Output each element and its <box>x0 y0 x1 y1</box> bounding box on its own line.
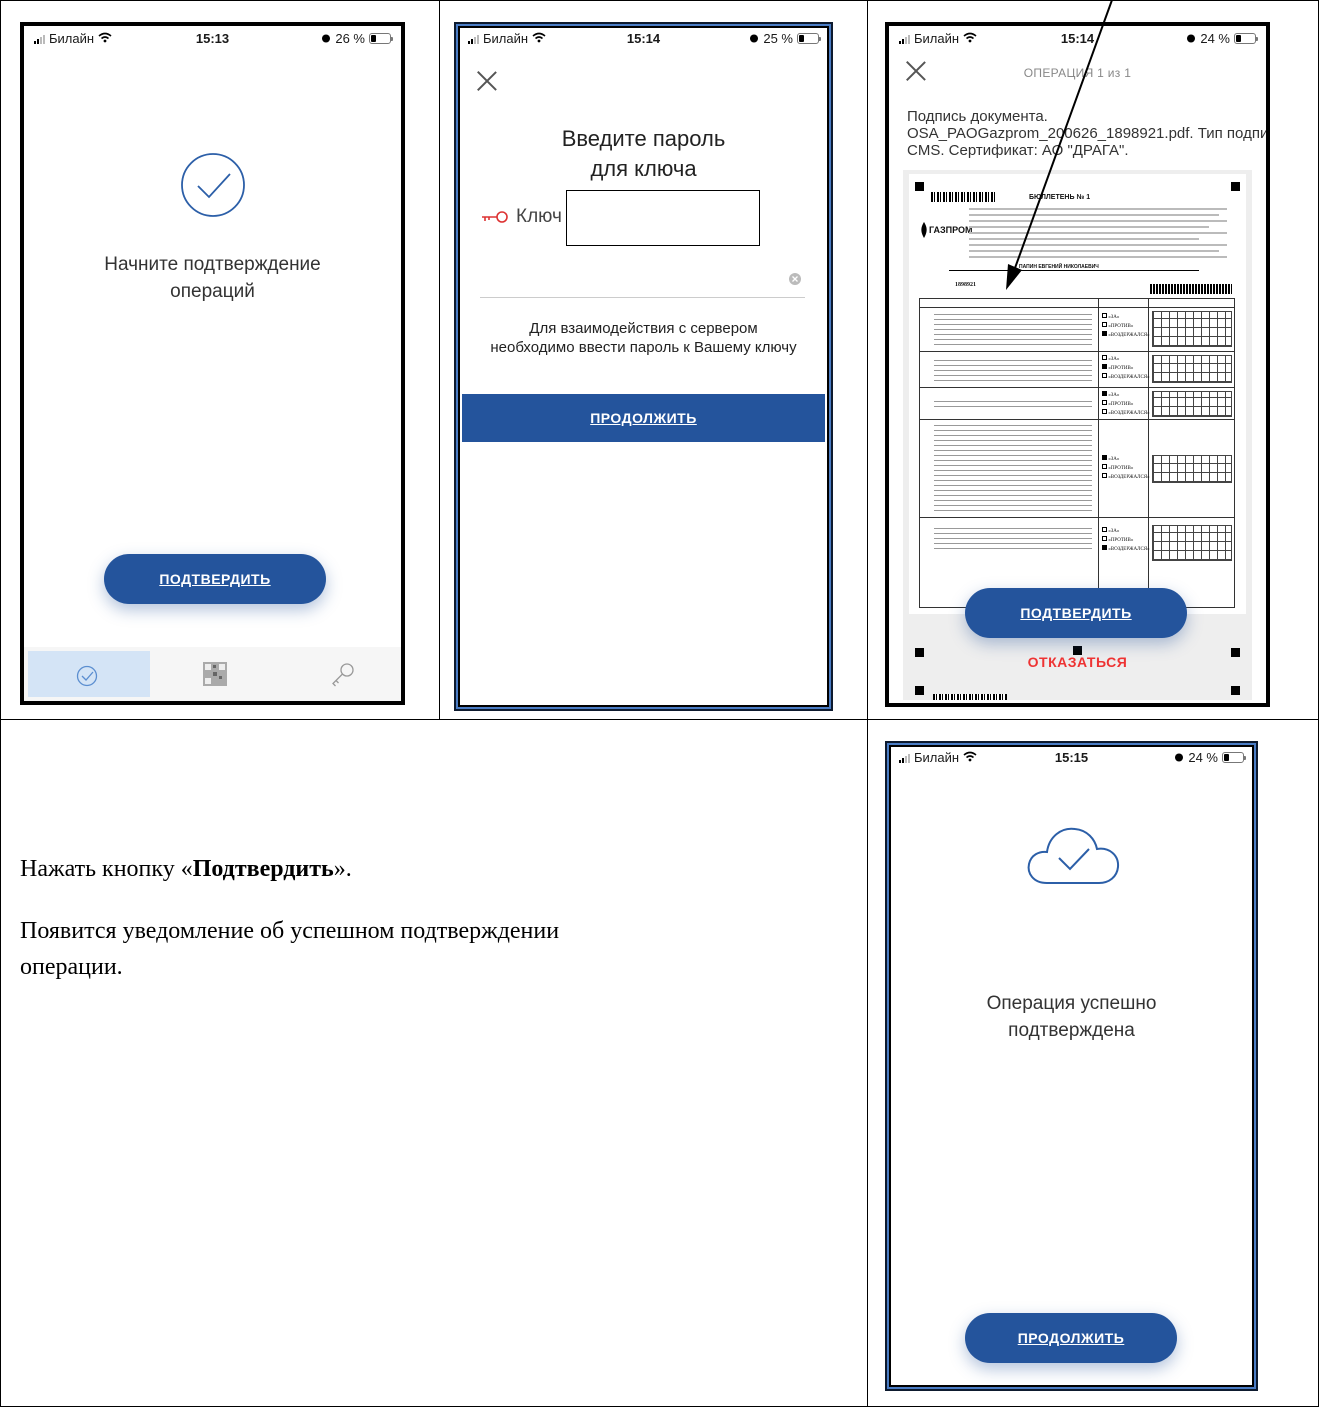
key-icon <box>330 661 356 692</box>
table-top-border <box>0 0 1319 1</box>
battery-icon <box>1222 752 1246 763</box>
logo-text: ГАЗПРОМ <box>929 225 973 235</box>
start-message-line2: операций <box>170 281 255 302</box>
phone-screen-success: Билайн 15:15 24 % Операция успешно подтв… <box>885 741 1258 1391</box>
password-title-line1: Введите пароль <box>561 126 726 151</box>
vote-grid <box>1152 355 1232 383</box>
table-divider-col1 <box>439 0 440 719</box>
battery-icon <box>797 33 821 44</box>
tab-keys[interactable] <box>280 651 401 697</box>
tab-bar <box>24 647 401 701</box>
description-line2: OSA_PAOGazprom_200626_1898921.pdf. Тип п… <box>907 125 1270 142</box>
password-overlay-box <box>566 190 760 246</box>
registration-number: 1898921 <box>955 282 976 288</box>
password-hint-line1: Для взаимодействия с сервером <box>529 320 758 337</box>
password-input[interactable] <box>480 262 805 298</box>
close-icon[interactable] <box>476 70 498 92</box>
check-icon <box>76 665 98 692</box>
continue-button[interactable]: ПРОДОЛЖИТЬ <box>965 1313 1177 1363</box>
instruction-line2: Появится уведомление об успешном подтвер… <box>20 918 560 944</box>
checkmark-circle-icon <box>180 152 246 223</box>
operation-header: ОПЕРАЦИЯ 1 из 1 <box>1023 66 1132 80</box>
battery-icon <box>1234 33 1258 44</box>
success-message-line2: подтверждена <box>1008 1020 1135 1041</box>
voting-table: «ЗА» «ПРОТИВ» «ВОЗДЕРЖАЛСЯ» «ЗА» «ПРОТИВ… <box>919 298 1235 608</box>
password-hint-line2: необходимо ввести пароль к Вашему ключу <box>490 339 797 356</box>
reject-button[interactable]: ОТКАЗАТЬСЯ <box>889 654 1266 670</box>
phone-screen-password: Билайн 15:14 25 % Введите пароль для клю… <box>454 22 833 711</box>
cloud-check-icon <box>1025 823 1121 894</box>
gazprom-logo: ГАЗПРОМ <box>919 222 973 238</box>
phone-screen-start: Билайн 15:13 26 % Начните подтверждение … <box>20 22 405 705</box>
barcode <box>931 192 995 202</box>
corner-marker <box>915 182 924 191</box>
status-bar: Билайн 15:15 24 % <box>889 745 1254 771</box>
barcode <box>933 694 1007 700</box>
table-divider-row <box>0 719 1319 720</box>
battery-icon <box>369 33 393 44</box>
tab-confirm[interactable] <box>28 651 150 697</box>
corner-marker <box>915 686 924 695</box>
operation-description: Подпись документа. OSA_PAOGazprom_200626… <box>907 108 1270 159</box>
success-message-line1: Операция успешно <box>986 993 1157 1014</box>
status-bar: Билайн 15:14 25 % <box>458 26 829 52</box>
vote-grid <box>1152 391 1232 417</box>
tab-qr[interactable] <box>154 651 276 697</box>
status-bar: Билайн 15:14 24 % <box>889 26 1266 52</box>
bulletin-page: БЮЛЛЕТЕНЬ № 1 ГАЗПРОМ ПАПИН ЕВГЕНИЙ НИКО… <box>909 174 1246 614</box>
corner-marker <box>1231 686 1240 695</box>
clear-input-icon[interactable] <box>789 272 801 290</box>
alarm-icon <box>1186 31 1196 46</box>
battery-percent: 24 % <box>1188 750 1218 765</box>
phone-screen-operation: Билайн 15:14 24 % ОПЕРАЦИЯ 1 из 1 Подпис… <box>885 22 1270 707</box>
alarm-icon <box>321 31 331 46</box>
instruction-bold: Подтвердить <box>192 856 334 882</box>
vote-grid <box>1152 455 1232 483</box>
vote-row-3: «ЗА» «ПРОТИВ» «ВОЗДЕРЖАЛСЯ» <box>1102 391 1150 418</box>
key-label: Ключ <box>516 206 562 227</box>
battery-percent: 26 % <box>335 31 365 46</box>
vote-row-1: «ЗА» «ПРОТИВ» «ВОЗДЕРЖАЛСЯ» <box>1102 313 1150 340</box>
barcode <box>1150 284 1232 294</box>
confirm-button[interactable]: ПОДТВЕРДИТЬ <box>965 588 1187 638</box>
instruction-line1: Нажать кнопку «Подтвердить». <box>20 856 352 882</box>
description-line1: Подпись документа. <box>907 108 1048 125</box>
password-title-line2: для ключа <box>590 156 697 181</box>
instruction-line3: операции. <box>20 954 123 980</box>
alarm-icon <box>1174 750 1184 765</box>
confirm-button[interactable]: ПОДТВЕРДИТЬ <box>104 554 326 604</box>
alarm-icon <box>749 31 759 46</box>
key-icon <box>480 210 510 229</box>
qr-code-icon <box>202 661 228 692</box>
vote-grid <box>1152 525 1232 561</box>
vote-grid <box>1152 311 1232 347</box>
start-message-line1: Начните подтверждение <box>104 254 321 275</box>
bulletin-title: БЮЛЛЕТЕНЬ № 1 <box>1029 194 1091 201</box>
battery-percent: 25 % <box>763 31 793 46</box>
status-bar: Билайн 15:13 26 % <box>24 26 401 52</box>
description-line3: CMS. Сертификат: АО "ДРАГА". <box>907 142 1129 159</box>
table-divider-col2 <box>867 0 868 1407</box>
battery-percent: 24 % <box>1200 31 1230 46</box>
table-left-border <box>0 0 1 1407</box>
vote-row-5: «ЗА» «ПРОТИВ» «ВОЗДЕРЖАЛСЯ» <box>1102 527 1150 554</box>
continue-button[interactable]: ПРОДОЛЖИТЬ <box>462 394 825 442</box>
vote-row-4: «ЗА» «ПРОТИВ» «ВОЗДЕРЖАЛСЯ» <box>1102 455 1150 482</box>
vote-row-2: «ЗА» «ПРОТИВ» «ВОЗДЕРЖАЛСЯ» <box>1102 355 1150 382</box>
corner-marker <box>1231 182 1240 191</box>
